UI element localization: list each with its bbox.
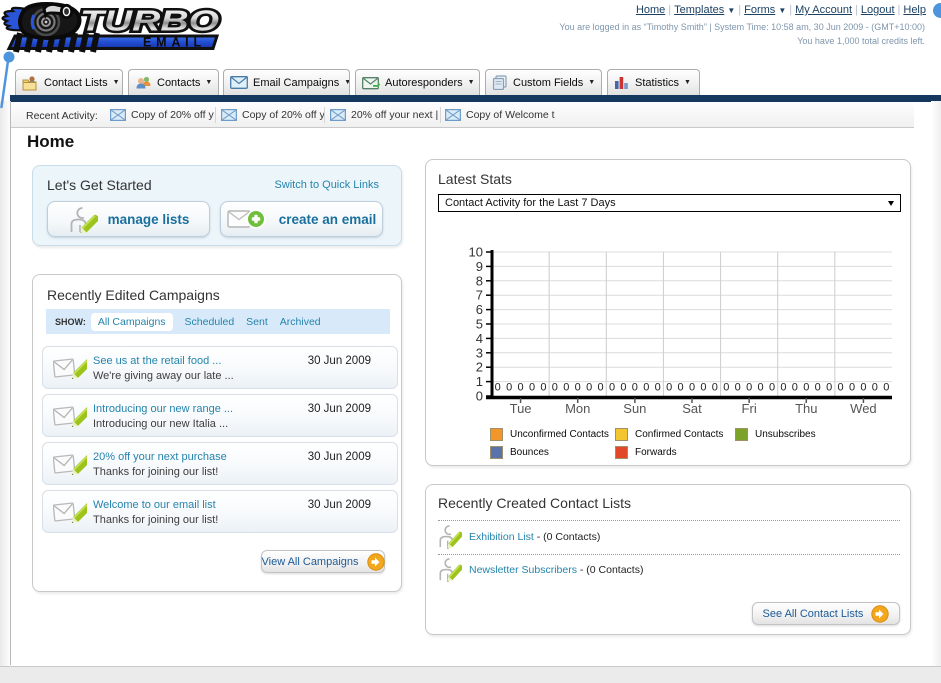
svg-text:8: 8	[476, 273, 483, 288]
svg-text:0: 0	[563, 382, 569, 394]
svg-text:Wed: Wed	[850, 401, 877, 416]
svg-text:0: 0	[689, 382, 695, 394]
svg-text:0: 0	[815, 382, 821, 394]
svg-text:0: 0	[529, 382, 535, 394]
svg-text:Fri: Fri	[742, 401, 757, 416]
svg-text:0: 0	[518, 382, 524, 394]
svg-text:0: 0	[666, 382, 672, 394]
svg-text:0: 0	[586, 382, 592, 394]
svg-text:Sun: Sun	[623, 401, 646, 416]
svg-text:0: 0	[552, 382, 558, 394]
svg-text:0: 0	[860, 382, 866, 394]
svg-text:Sat: Sat	[682, 401, 702, 416]
svg-text:0: 0	[826, 382, 832, 394]
svg-text:0: 0	[632, 382, 638, 394]
svg-text:EMAIL: EMAIL	[143, 36, 206, 50]
svg-text:Thu: Thu	[795, 401, 817, 416]
svg-text:0: 0	[678, 382, 684, 394]
svg-text:10: 10	[469, 245, 483, 260]
svg-text:4: 4	[476, 331, 483, 346]
svg-text:0: 0	[598, 382, 604, 394]
svg-text:0: 0	[540, 382, 546, 394]
svg-text:Mon: Mon	[565, 401, 590, 416]
svg-text:0: 0	[803, 382, 809, 394]
svg-text:7: 7	[476, 288, 483, 303]
svg-text:0: 0	[700, 382, 706, 394]
svg-text:0: 0	[723, 382, 729, 394]
svg-text:0: 0	[735, 382, 741, 394]
svg-text:0: 0	[780, 382, 786, 394]
svg-text:5: 5	[476, 317, 483, 332]
svg-text:9: 9	[476, 259, 483, 274]
svg-text:0: 0	[792, 382, 798, 394]
svg-text:TURBO: TURBO	[80, 6, 220, 38]
svg-text:0: 0	[849, 382, 855, 394]
svg-text:0: 0	[476, 389, 483, 404]
svg-text:0: 0	[655, 382, 661, 394]
svg-text:0: 0	[883, 382, 889, 394]
svg-text:0: 0	[872, 382, 878, 394]
svg-text:0: 0	[712, 382, 718, 394]
svg-text:1: 1	[476, 374, 483, 389]
svg-text:Tue: Tue	[510, 401, 532, 416]
svg-text:0: 0	[838, 382, 844, 394]
svg-text:0: 0	[609, 382, 615, 394]
svg-text:0: 0	[746, 382, 752, 394]
svg-text:2: 2	[476, 360, 483, 375]
svg-text:0: 0	[506, 382, 512, 394]
svg-text:0: 0	[575, 382, 581, 394]
svg-text:0: 0	[758, 382, 764, 394]
svg-text:0: 0	[620, 382, 626, 394]
svg-text:0: 0	[769, 382, 775, 394]
svg-text:3: 3	[476, 345, 483, 360]
svg-text:0: 0	[643, 382, 649, 394]
svg-text:0: 0	[495, 382, 501, 394]
svg-text:6: 6	[476, 302, 483, 317]
